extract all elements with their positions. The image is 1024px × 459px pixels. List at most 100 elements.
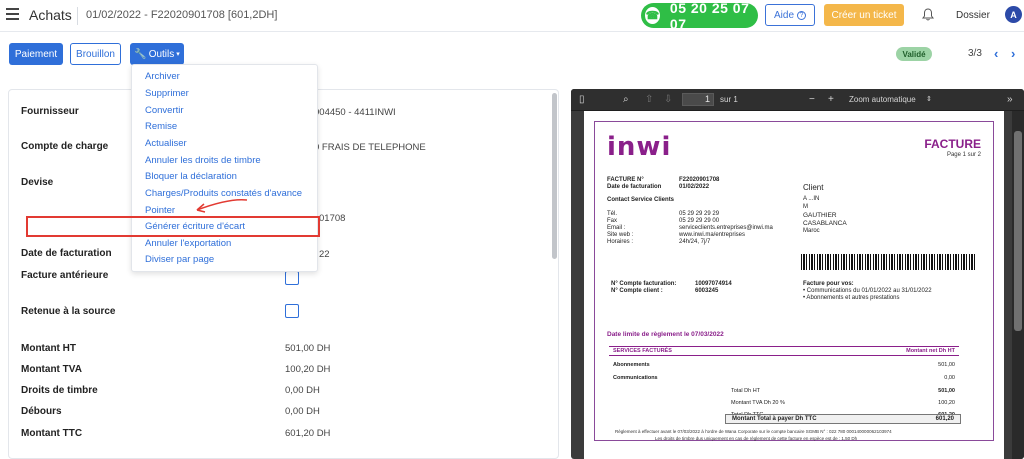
- hours-label: Horaires :: [607, 239, 634, 245]
- invoice-frame: inwi FACTURE Page 1 sur 2 FACTURE N° F22…: [594, 121, 994, 441]
- client-line: Maroc: [803, 228, 820, 234]
- compte-client-label: N° Compte client :: [611, 288, 663, 294]
- hours: 24h/24, 7j/7: [679, 239, 711, 245]
- facture-anterieure-checkbox[interactable]: [285, 271, 299, 285]
- zoom-caret-icon: ⇕: [926, 96, 932, 103]
- outils-dropdown-menu: Archiver Supprimer Convertir Remise Actu…: [131, 64, 318, 272]
- abonnements-label: Abonnements: [613, 362, 650, 368]
- bell-icon[interactable]: [922, 8, 934, 21]
- form-scrollbar-thumb[interactable]: [552, 93, 557, 259]
- svc-head-right: Montant net Dh HT: [906, 348, 955, 354]
- facture-anterieure-label: Facture antérieure: [21, 270, 109, 281]
- page-count: sur 1: [720, 95, 738, 104]
- create-ticket-button[interactable]: Créer un ticket: [824, 4, 904, 26]
- invoice-title: FACTURE: [924, 137, 981, 151]
- date-facturation-label: Date de facturation: [21, 248, 112, 259]
- menu-item-annuler-exportation[interactable]: Annuler l'exportation: [145, 238, 231, 249]
- record-pager: 3/3: [968, 48, 982, 59]
- zoom-select[interactable]: Zoom automatique: [849, 95, 916, 104]
- document-reference: 01/02/2022 - F22020901708 [601,2DH]: [86, 9, 278, 21]
- zoom-out-icon[interactable]: −: [809, 94, 815, 105]
- page-number-input[interactable]: 1: [682, 93, 714, 106]
- barcode: [801, 254, 976, 270]
- footer-stamp-text: Les droits de timbre dus uniquement en c…: [655, 436, 858, 441]
- pdf-scrollbar[interactable]: [1012, 111, 1024, 459]
- date-fact: 01/02/2022: [679, 184, 710, 190]
- svc-head-left: SERVICES FACTURÉS: [613, 348, 672, 354]
- montant-ht-value: 501,00 DH: [285, 343, 331, 354]
- communications-label: Communications: [613, 375, 658, 381]
- pdf-viewer: ▯ ⌕ ⇧ ⇩ 1 sur 1 − + Zoom automatique ⇕ »…: [571, 89, 1024, 459]
- form-scrollbar[interactable]: [551, 90, 558, 459]
- double-chevron-right-icon[interactable]: »: [1007, 94, 1013, 105]
- devise-label: Devise: [21, 177, 54, 188]
- annotation-arrow-icon: [196, 198, 248, 213]
- pdf-page: inwi FACTURE Page 1 sur 2 FACTURE N° F22…: [584, 111, 1004, 459]
- reference-value[interactable]: 01708: [319, 213, 345, 224]
- phone-support-button[interactable]: ☎ 05 20 25 07 07: [641, 0, 758, 32]
- client-line: CASABLANCA: [803, 220, 847, 227]
- total-payer-label: Montant Total à payer Dh TTC: [732, 416, 817, 422]
- date-facturation-value[interactable]: 22: [319, 249, 330, 260]
- montant-ttc-label: Montant TTC: [21, 428, 83, 439]
- hamburger-menu-icon[interactable]: [6, 8, 19, 20]
- title-separator: [77, 7, 78, 25]
- arrow-down-icon[interactable]: ⇩: [664, 94, 672, 105]
- date-fact-label: Date de facturation: [607, 184, 662, 190]
- deadline-text: Date limite de règlement le 07/03/2022: [607, 331, 724, 338]
- client-line: GAUTHIER: [803, 212, 837, 219]
- compte-charge-value[interactable]: 0 FRAIS DE TELEPHONE: [314, 142, 426, 153]
- client-label: Client: [803, 183, 824, 192]
- arrow-up-icon[interactable]: ⇧: [645, 94, 653, 105]
- paiement-button[interactable]: Paiement: [9, 43, 63, 65]
- montant-ttc-value: 601,20 DH: [285, 428, 331, 439]
- help-button[interactable]: Aide ?: [765, 4, 815, 26]
- menu-item-annuler-timbre[interactable]: Annuler les droits de timbre: [145, 155, 261, 166]
- client-line: M: [803, 204, 808, 210]
- caret-down-icon: ▾: [176, 51, 180, 58]
- tva-line-label: Montant TVA Dh 20 %: [731, 400, 785, 406]
- sidebar-toggle-icon[interactable]: ▯: [579, 94, 585, 105]
- zoom-in-icon[interactable]: +: [828, 94, 834, 105]
- inwi-logo: inwi: [607, 132, 672, 162]
- abonnements-value: 501,00: [938, 362, 955, 368]
- menu-item-convertir[interactable]: Convertir: [145, 105, 184, 116]
- montant-tva-label: Montant TVA: [21, 364, 82, 375]
- menu-item-pointer[interactable]: Pointer: [145, 205, 175, 216]
- chevron-right-icon[interactable]: ›: [1011, 46, 1015, 61]
- status-badge: Validé: [896, 47, 932, 61]
- help-label: Aide: [773, 9, 794, 21]
- menu-item-supprimer[interactable]: Supprimer: [145, 88, 189, 99]
- communications-value: 0,00: [944, 375, 955, 381]
- menu-item-archiver[interactable]: Archiver: [145, 71, 180, 82]
- fournisseur-value[interactable]: 004450 - 4411INWI: [314, 107, 396, 118]
- services-table-header: SERVICES FACTURÉS Montant net Dh HT: [609, 346, 959, 356]
- highlight-annotation-box: [26, 216, 320, 237]
- tva-line-value: 100,20: [938, 400, 955, 406]
- compte-client: 6003245: [695, 288, 719, 294]
- menu-item-bloquer-declaration[interactable]: Bloquer la déclaration: [145, 171, 237, 182]
- debours-value: 0,00 DH: [285, 406, 320, 417]
- retenue-source-checkbox[interactable]: [285, 304, 299, 318]
- debours-label: Débours: [21, 406, 62, 417]
- dossier-menu[interactable]: Dossier: [956, 10, 990, 21]
- top-bar: Achats 01/02/2022 - F22020901708 [601,2D…: [0, 0, 1024, 32]
- total-ht-value: 501,00: [938, 388, 955, 394]
- pdf-scrollbar-thumb[interactable]: [1014, 131, 1022, 331]
- invoice-page-indicator: Page 1 sur 2: [946, 152, 981, 158]
- menu-item-actualiser[interactable]: Actualiser: [145, 138, 187, 149]
- montant-tva-value: 100,20 DH: [285, 364, 331, 375]
- search-icon[interactable]: ⌕: [623, 94, 629, 105]
- outils-dropdown-button[interactable]: 🔧 Outils ▾: [130, 43, 184, 65]
- total-payer-value: 601,20: [935, 416, 954, 422]
- chevron-left-icon[interactable]: ‹: [994, 46, 998, 61]
- total-ht-label: Total Dh HT: [731, 388, 761, 394]
- user-avatar[interactable]: A: [1005, 6, 1022, 23]
- droits-timbre-label: Droits de timbre: [21, 385, 98, 396]
- contact-service: Contact Service Clients: [607, 197, 675, 203]
- brouillon-button[interactable]: Brouillon: [70, 43, 121, 65]
- menu-item-diviser-page[interactable]: Diviser par page: [145, 254, 214, 265]
- menu-item-remise[interactable]: Remise: [145, 121, 177, 132]
- compte-charge-label: Compte de charge: [21, 141, 109, 152]
- facture-pour-item: • Abonnements et autres prestations: [803, 295, 900, 301]
